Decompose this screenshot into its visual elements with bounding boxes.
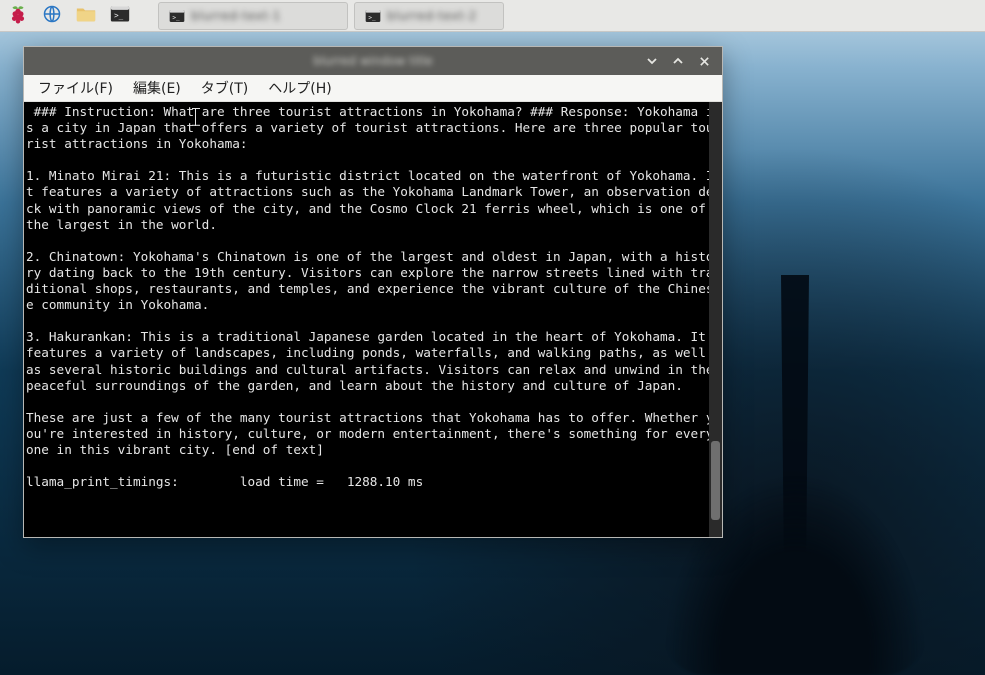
raspberry-icon	[7, 3, 29, 29]
menu-edit[interactable]: 編集(E)	[125, 76, 189, 100]
window-rollup-button[interactable]	[644, 53, 660, 69]
terminal-launcher[interactable]: >_	[106, 2, 134, 30]
menu-help[interactable]: ヘルプ(H)	[260, 76, 339, 100]
menu-tabs[interactable]: タブ(T)	[193, 76, 256, 100]
taskbar-item-1[interactable]: >_ blurred-text-1	[158, 2, 348, 30]
terminal-window: blurred window title ファイル(F) 編集(E) タブ(T)…	[23, 46, 723, 538]
window-title: blurred window title	[24, 54, 722, 68]
svg-text:>_: >_	[172, 14, 180, 21]
taskbar-item-2[interactable]: >_ blurred-text-2	[354, 2, 504, 30]
terminal-icon: >_	[365, 9, 381, 23]
folder-icon	[75, 4, 97, 28]
taskbar-item-label: blurred-text-1	[191, 9, 281, 23]
window-close-button[interactable]	[696, 53, 712, 69]
terminal-icon: >_	[169, 9, 185, 23]
taskbar-item-label: blurred-text-2	[387, 9, 477, 23]
terminal-output[interactable]: ### Instruction: What are three tourist …	[24, 102, 722, 537]
chevron-down-icon	[646, 52, 658, 71]
taskbar: >_ >_ blurred-text-1 >_ blurred-text-2	[0, 0, 985, 32]
window-maximize-button[interactable]	[670, 53, 686, 69]
terminal-scrollbar[interactable]	[709, 102, 722, 537]
chevron-up-icon	[672, 52, 684, 71]
file-manager-launcher[interactable]	[72, 2, 100, 30]
window-titlebar[interactable]: blurred window title	[24, 47, 722, 75]
globe-icon	[42, 4, 62, 28]
scrollbar-thumb[interactable]	[711, 441, 720, 519]
svg-text:>_: >_	[114, 11, 124, 20]
svg-text:>_: >_	[368, 14, 376, 21]
terminal-area[interactable]: ### Instruction: What are three tourist …	[24, 102, 722, 537]
menubar: ファイル(F) 編集(E) タブ(T) ヘルプ(H)	[24, 75, 722, 102]
menu-file[interactable]: ファイル(F)	[30, 76, 121, 100]
terminal-icon: >_	[110, 5, 130, 27]
web-browser-launcher[interactable]	[38, 2, 66, 30]
menu-button[interactable]	[4, 2, 32, 30]
close-icon	[699, 52, 710, 71]
